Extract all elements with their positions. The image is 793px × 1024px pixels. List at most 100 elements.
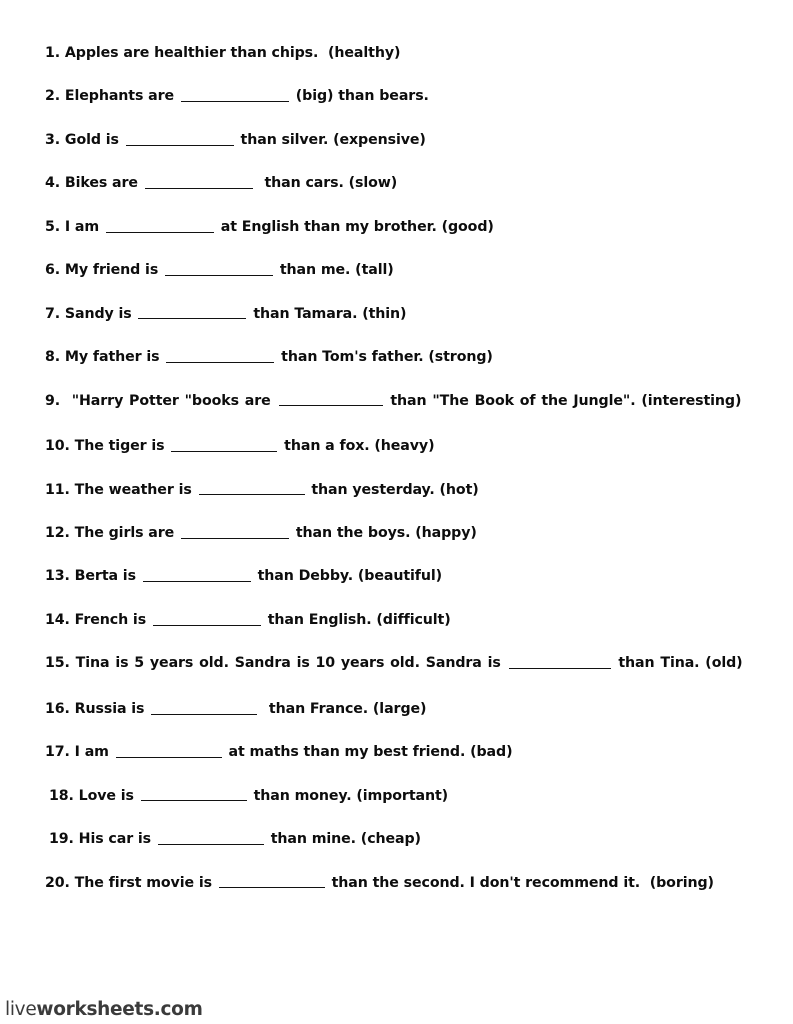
answer-blank[interactable] <box>198 481 305 496</box>
exercise-text-before: I am <box>60 218 104 235</box>
exercise-number: 8. <box>45 349 61 366</box>
worksheet-page: 1. Apples are healthier than chips. (hea… <box>0 0 793 1024</box>
exercise-number: 2. <box>45 88 61 105</box>
exercise-number: 9. <box>45 392 61 409</box>
exercise-text-after: than money. (important) <box>248 787 449 804</box>
exercise-text-before: My friend is <box>60 262 164 279</box>
exercise-item: 18. Love is than money. (important) <box>45 787 757 805</box>
exercise-text-before: Sandy is <box>60 305 137 322</box>
answer-blank[interactable] <box>152 611 261 626</box>
exercise-text-before: The weather is <box>69 481 197 498</box>
exercise-number: 16. <box>45 700 70 717</box>
exercise-text-after: than Tom's father. (strong) <box>276 349 493 366</box>
exercise-item: 6. My friend is than me. (tall) <box>45 261 757 279</box>
exercise-text-after: than a fox. (heavy) <box>279 438 435 455</box>
exercise-text-before: I am <box>69 744 114 761</box>
exercise-text-before: My father is <box>60 349 165 366</box>
answer-blank[interactable] <box>157 830 264 845</box>
exercise-item: 9. "Harry Potter "books are than "The Bo… <box>45 392 757 410</box>
answer-blank[interactable] <box>278 392 383 407</box>
exercise-text-before: Elephants are <box>60 88 179 105</box>
exercise-list: 1. Apples are healthier than chips. (hea… <box>45 44 757 917</box>
exercise-item: 15. Tina is 5 years old. Sandra is 10 ye… <box>45 654 757 672</box>
exercise-text-after: at maths than my best friend. (bad) <box>223 744 513 761</box>
answer-blank[interactable] <box>171 437 278 452</box>
exercise-number: 17. <box>45 744 70 761</box>
watermark-light-text: live <box>5 999 37 1020</box>
exercise-text-before: Berta is <box>69 568 141 585</box>
exercise-text-after: than the second. I don't recommend it. (… <box>326 874 714 891</box>
exercise-text-before: His car is <box>73 831 156 848</box>
exercise-number: 20. <box>45 874 70 891</box>
exercise-item: 13. Berta is than Debby. (beautiful) <box>45 567 757 585</box>
exercise-number: 12. <box>45 524 70 541</box>
answer-blank[interactable] <box>151 700 258 715</box>
exercise-item: 10. The tiger is than a fox. (heavy) <box>45 437 757 455</box>
exercise-text-after: than Debby. (beautiful) <box>252 568 443 585</box>
exercise-number: 3. <box>45 131 61 148</box>
exercise-text-after: than mine. (cheap) <box>265 831 421 848</box>
exercise-text-before: Russia is <box>69 700 150 717</box>
answer-blank[interactable] <box>144 175 253 190</box>
exercise-text-before: Love is <box>73 787 139 804</box>
exercise-text-after: than the boys. (happy) <box>291 524 477 541</box>
answer-blank[interactable] <box>166 348 275 363</box>
exercise-text-after: than silver. (expensive) <box>235 131 426 148</box>
answer-blank[interactable] <box>181 524 290 539</box>
exercise-number: 4. <box>45 175 61 192</box>
exercise-number: 5. <box>45 218 61 235</box>
answer-blank[interactable] <box>105 218 214 233</box>
exercise-item: 8. My father is than Tom's father. (stro… <box>45 348 757 366</box>
answer-blank[interactable] <box>508 655 611 670</box>
exercise-number: 1. <box>45 45 61 61</box>
exercise-item: 4. Bikes are than cars. (slow) <box>45 174 757 192</box>
watermark-bold-text: worksheets.com <box>36 999 203 1020</box>
exercise-text-after: (big) than bears. <box>290 88 429 105</box>
exercise-text-after: than "The Book of the Jungle". (interest… <box>384 392 742 409</box>
exercise-item: 17. I am at maths than my best friend. (… <box>45 743 757 761</box>
exercise-text-after: than cars. (slow) <box>254 175 398 192</box>
exercise-item: 2. Elephants are (big) than bears. <box>45 87 757 105</box>
exercise-number: 7. <box>45 305 61 322</box>
answer-blank[interactable] <box>115 743 222 758</box>
exercise-number: 15. <box>45 655 70 672</box>
exercise-text-before: French is <box>69 611 151 628</box>
exercise-item: 3. Gold is than silver. (expensive) <box>45 131 757 149</box>
exercise-item: 16. Russia is than France. (large) <box>45 700 757 718</box>
exercise-item: 5. I am at English than my brother. (goo… <box>45 218 757 236</box>
exercise-item: 1. Apples are healthier than chips. (hea… <box>45 44 757 62</box>
exercise-text-before: "Harry Potter "books are <box>60 392 277 409</box>
exercise-text-before: The tiger is <box>69 438 170 455</box>
exercise-text-before: The first movie is <box>69 874 217 891</box>
exercise-item: 14. French is than English. (difficult) <box>45 611 757 629</box>
exercise-text-after: than Tina. (old) <box>612 655 743 672</box>
exercise-text-after: than France. (large) <box>259 700 427 717</box>
exercise-text-before: The girls are <box>69 524 180 541</box>
answer-blank[interactable] <box>125 131 234 146</box>
answer-blank[interactable] <box>142 568 251 583</box>
answer-blank[interactable] <box>165 261 274 276</box>
exercise-number: 10. <box>45 438 70 455</box>
exercise-item: 11. The weather is than yesterday. (hot) <box>45 481 757 499</box>
exercise-text-before: Gold is <box>60 131 124 148</box>
exercise-text-after: than me. (tall) <box>275 262 394 279</box>
exercise-number: 14. <box>45 611 70 628</box>
exercise-number: 19. <box>49 831 74 848</box>
exercise-number: 6. <box>45 262 61 279</box>
answer-blank[interactable] <box>218 874 325 889</box>
liveworksheets-watermark: liveworksheets.com <box>5 999 203 1020</box>
exercise-number: 18. <box>49 787 74 804</box>
exercise-number: 11. <box>45 481 70 498</box>
exercise-text-after: than English. (difficult) <box>262 611 451 628</box>
exercise-text-before: Apples are healthier than chips. (health… <box>60 45 401 61</box>
exercise-item: 20. The first movie is than the second. … <box>45 874 757 892</box>
exercise-text-before: Tina is 5 years old. Sandra is 10 years … <box>69 655 507 672</box>
exercise-text-after: at English than my brother. (good) <box>215 218 494 235</box>
exercise-item: 19. His car is than mine. (cheap) <box>45 830 757 848</box>
exercise-item: 7. Sandy is than Tamara. (thin) <box>45 305 757 323</box>
answer-blank[interactable] <box>180 88 289 103</box>
exercise-text-before: Bikes are <box>60 175 143 192</box>
answer-blank[interactable] <box>138 305 247 320</box>
answer-blank[interactable] <box>140 787 247 802</box>
exercise-text-after: than yesterday. (hot) <box>306 481 479 498</box>
